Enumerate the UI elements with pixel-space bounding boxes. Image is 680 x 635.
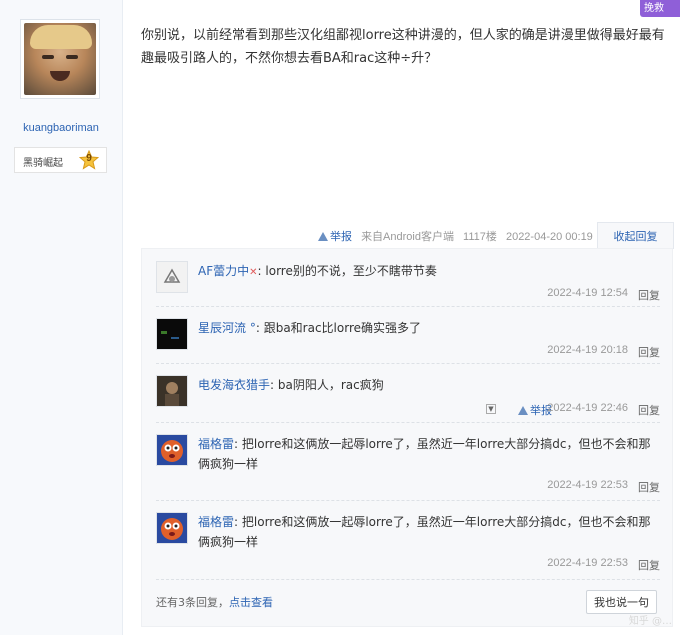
reply-body: 福格雷: 把lorre和这俩放一起辱lorre了，虽然近一年lorre大部分搞d… — [198, 512, 660, 552]
reply-list: AF蕾力中✕: lorre别的不说，至少不瞎带节奏 2022-4-19 12:5… — [141, 248, 673, 627]
reply-username[interactable]: AF蕾力中 — [198, 264, 249, 278]
reply-avatar[interactable] — [156, 261, 188, 293]
reply-text: ba阴阳人，rac疯狗 — [277, 378, 384, 392]
report-link[interactable]: 举报 — [318, 231, 352, 243]
post-time: 2022-04-20 00:19 — [505, 231, 593, 243]
reply-avatar[interactable] — [156, 318, 188, 350]
reply-username[interactable]: 电发海衣猎手 — [198, 378, 270, 392]
warning-icon — [318, 232, 328, 241]
level-number: 9 — [86, 153, 92, 164]
reply-body: 电发海衣猎手: ba阴阳人，rac疯狗 — [198, 375, 660, 395]
reply-item: 星辰河流 °: 跟ba和rac比lorre确实强多了 2022-4-19 20:… — [156, 306, 660, 364]
fold-replies-button[interactable]: 收起回复 — [597, 222, 674, 249]
more-replies: 还有3条回复，点击查看 — [156, 594, 273, 610]
reply-separator: : — [257, 264, 262, 278]
reply-avatar[interactable] — [156, 512, 188, 544]
reply-time: 2022-4-19 22:46 — [547, 402, 628, 414]
more-replies-text: 还有3条回复， — [156, 596, 229, 609]
post-floor: 1117楼 — [463, 231, 497, 243]
reply-username[interactable]: 星辰河流 ° — [198, 321, 256, 335]
reply-item: 福格雷: 把lorre和这俩放一起辱lorre了，虽然近一年lorre大部分搞d… — [156, 422, 660, 501]
reply-separator: : — [234, 437, 239, 451]
watermark: 知乎 @… — [628, 616, 672, 627]
reply-text: 把lorre和这俩放一起辱lorre了，虽然近一年lorre大部分搞dc，但也不… — [198, 515, 651, 549]
reply-text: 把lorre和这俩放一起辱lorre了，虽然近一年lorre大部分搞dc，但也不… — [198, 437, 651, 471]
reply-body: 福格雷: 把lorre和这俩放一起辱lorre了，虽然近一年lorre大部分搞d… — [198, 434, 660, 474]
reply-body: 星辰河流 °: 跟ba和rac比lorre确实强多了 — [198, 318, 660, 338]
reply-separator: : — [234, 515, 239, 529]
avatar-image — [24, 23, 96, 95]
reply-button[interactable]: 回复 — [638, 402, 660, 418]
reply-time: 2022-4-19 20:18 — [547, 344, 628, 356]
reply-button[interactable]: 回复 — [638, 344, 660, 360]
reply-separator: : — [270, 378, 275, 392]
author-avatar[interactable] — [20, 19, 100, 99]
corner-tag[interactable]: 挽救 — [640, 0, 680, 17]
level-badge-box[interactable]: 黑骑崛起 9 — [14, 147, 107, 173]
reply-button[interactable]: 回复 — [638, 287, 660, 303]
reply-separator: : — [255, 321, 260, 335]
reply-body: AF蕾力中✕: lorre别的不说，至少不瞎带节奏 — [198, 261, 660, 283]
reply-button[interactable]: 回复 — [638, 557, 660, 573]
level-star-icon: 9 — [78, 149, 100, 170]
post-meta: 举报 来自Android客户端 1117楼 2022-04-20 00:19 — [318, 228, 599, 246]
reply-text: 跟ba和rac比lorre确实强多了 — [263, 321, 422, 335]
reply-text: lorre别的不说，至少不瞎带节奏 — [265, 264, 437, 278]
reply-item: 电发海衣猎手: ba阴阳人，rac疯狗 ▼ 举报 2022-4-19 22:46… — [156, 363, 660, 423]
badge-icon: ✕ — [249, 267, 258, 278]
reply-time: 2022-4-19 12:54 — [547, 287, 628, 299]
more-replies-link[interactable]: 点击查看 — [229, 596, 273, 609]
reply-avatar[interactable] — [156, 434, 188, 466]
reply-time: 2022-4-19 22:53 — [547, 479, 628, 491]
warning-icon — [518, 406, 528, 415]
dropdown-icon[interactable]: ▼ — [486, 404, 496, 414]
reply-time: 2022-4-19 22:53 — [547, 557, 628, 569]
author-sidebar: kuangbaoriman 黑骑崛起 9 — [0, 0, 123, 635]
author-username[interactable]: kuangbaoriman — [0, 122, 122, 134]
post-content: 你别说，以前经常看到那些汉化组鄙视lorre这种讲漫的，但人家的确是讲漫里做得最… — [141, 28, 665, 66]
reply-avatar[interactable] — [156, 375, 188, 407]
reply-username[interactable]: 福格雷 — [198, 437, 234, 451]
post-source: 来自Android客户端 — [361, 231, 454, 243]
reply-username[interactable]: 福格雷 — [198, 515, 234, 529]
reply-button[interactable]: 回复 — [638, 479, 660, 495]
reply-item: 福格雷: 把lorre和这俩放一起辱lorre了，虽然近一年lorre大部分搞d… — [156, 500, 660, 580]
reply-item: AF蕾力中✕: lorre别的不说，至少不瞎带节奏 2022-4-19 12:5… — [156, 249, 660, 307]
level-name: 黑骑崛起 — [23, 158, 63, 169]
say-something-button[interactable]: 我也说一句 — [586, 590, 657, 614]
report-label: 举报 — [330, 231, 352, 243]
